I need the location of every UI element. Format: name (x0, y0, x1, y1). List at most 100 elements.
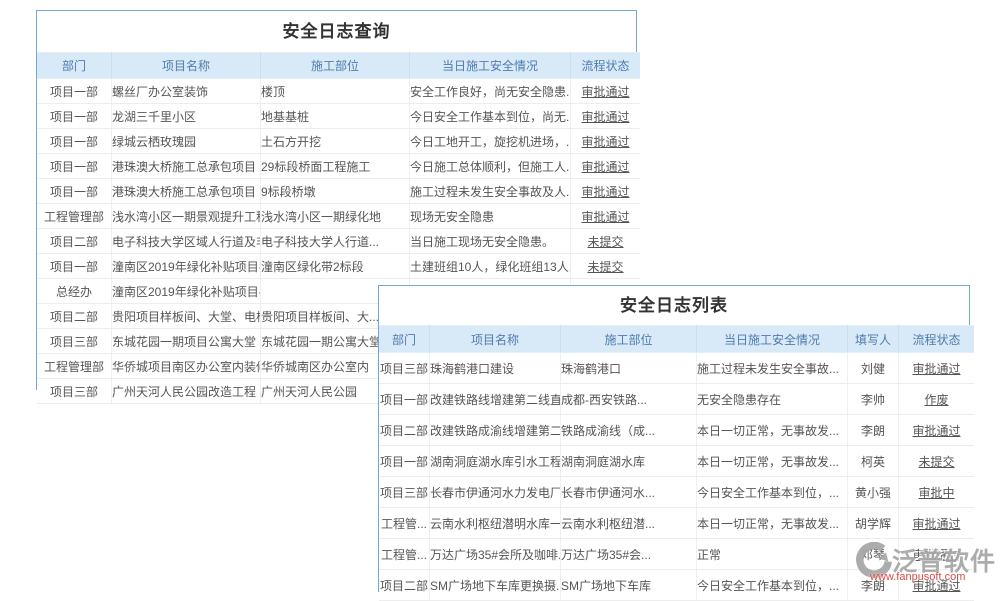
status-link[interactable]: 审批中 (899, 477, 975, 508)
writer-link[interactable]: 刘健 (848, 353, 899, 384)
project-link[interactable]: 湖南洞庭湖水库引水工程... (430, 446, 561, 477)
dept-cell: 项目三部 (37, 379, 112, 404)
status-link[interactable]: 审批通过 (571, 154, 641, 179)
dept-cell: 项目二部 (37, 229, 112, 254)
dept-cell: 项目三部 (379, 477, 430, 508)
project-link[interactable]: 万达广场35#会所及咖啡... (430, 539, 561, 570)
safety-cell: 今日施工总体顺利，但施工人... (410, 154, 571, 179)
status-link[interactable]: 作废 (899, 384, 975, 415)
location-cell: 珠海鹤港口 (561, 353, 697, 384)
project-link[interactable]: 港珠澳大桥施工总承包项目 (112, 154, 261, 179)
column-header: 部门 (37, 53, 112, 79)
dept-cell: 项目一部 (379, 446, 430, 477)
writer-link[interactable]: 胡学辉 (848, 508, 899, 539)
table-row: 工程管...云南水利枢纽潜明水库一...云南水利枢纽潜...本日一切正常，无事故… (379, 508, 974, 539)
location-cell: 长春市伊通河水... (561, 477, 697, 508)
dept-cell: 项目三部 (37, 329, 112, 354)
dept-cell: 项目二部 (379, 570, 430, 601)
project-link[interactable]: 东城花园一期项目公寓大堂 装 (112, 329, 261, 354)
safety-cell: 安全工作良好，尚无安全隐患... (410, 79, 571, 104)
location-cell: 浅水湾小区一期绿化地 (261, 204, 410, 229)
status-link[interactable]: 未提交 (899, 446, 975, 477)
project-link[interactable]: 绿城云栖玫瑰园 (112, 129, 261, 154)
safety-cell: 当日施工现场无安全隐患。 (410, 229, 571, 254)
status-link[interactable]: 审批通过 (571, 204, 641, 229)
column-header: 填写人 (848, 326, 899, 353)
column-header: 流程状态 (571, 53, 641, 79)
dept-cell: 总经办 (37, 279, 112, 304)
location-cell: 9标段桥墩 (261, 179, 410, 204)
safety-cell: 现场无安全隐患 (410, 204, 571, 229)
status-link[interactable]: 审批通过 (899, 508, 975, 539)
table-row: 工程管理部浅水湾小区一期景观提升工程浅水湾小区一期绿化地现场无安全隐患审批通过 (37, 204, 640, 229)
dept-cell: 工程管... (379, 539, 430, 570)
project-link[interactable]: 港珠澳大桥施工总承包项目 (112, 179, 261, 204)
project-link[interactable]: 改建铁路线增建第二线直... (430, 384, 561, 415)
project-link[interactable]: 龙湖三千里小区 (112, 104, 261, 129)
table-row: 项目二部电子科技大学区域人行道及非电子科技大学人行道...当日施工现场无安全隐患… (37, 229, 640, 254)
safety-cell: 今日安全工作基本到位，... (697, 477, 848, 508)
table-row: 项目一部湖南洞庭湖水库引水工程...湖南洞庭湖水库本日一切正常，无事故发...柯… (379, 446, 974, 477)
status-link[interactable]: 审批通过 (571, 129, 641, 154)
writer-link[interactable]: 李朗 (848, 415, 899, 446)
project-link[interactable]: 广州天河人民公园改造工程 (112, 379, 261, 404)
list-table-header-row: 部门项目名称施工部位当日施工安全情况填写人流程状态 (379, 326, 974, 353)
project-link[interactable]: 贵阳项目样板间、大堂、电梯 (112, 304, 261, 329)
location-cell: 电子科技大学人行道... (261, 229, 410, 254)
safety-cell: 土建班组10人，绿化班组13人... (410, 254, 571, 279)
dept-cell: 项目一部 (37, 154, 112, 179)
column-header: 当日施工安全情况 (410, 53, 571, 79)
status-link[interactable]: 审批通过 (571, 179, 641, 204)
project-link[interactable]: 电子科技大学区域人行道及非 (112, 229, 261, 254)
column-header: 施工部位 (561, 326, 697, 353)
list-window-title: 安全日志列表 (379, 286, 969, 325)
dept-cell: 工程管... (379, 508, 430, 539)
project-link[interactable]: 华侨城项目南区办公室内装修 (112, 354, 261, 379)
safety-cell: 施工过程未发生安全事故及人... (410, 179, 571, 204)
dept-cell: 项目二部 (379, 415, 430, 446)
query-window-title: 安全日志查询 (37, 11, 636, 52)
location-cell: 29标段桥面工程施工 (261, 154, 410, 179)
dept-cell: 项目三部 (379, 353, 430, 384)
dept-cell: 项目一部 (37, 79, 112, 104)
status-link[interactable]: 审批通过 (899, 353, 975, 384)
status-link[interactable]: 审批通过 (571, 79, 641, 104)
safety-cell: 本日一切正常，无事故发... (697, 446, 848, 477)
status-link[interactable]: 未提交 (571, 229, 641, 254)
safety-cell: 今日安全工作基本到位，... (697, 570, 848, 601)
writer-link[interactable]: 黄小强 (848, 477, 899, 508)
project-link[interactable]: 浅水湾小区一期景观提升工程 (112, 204, 261, 229)
status-link[interactable]: 审批通过 (899, 415, 975, 446)
project-link[interactable]: 改建铁路成渝线增建第二... (430, 415, 561, 446)
dept-cell: 项目一部 (37, 254, 112, 279)
dept-cell: 工程管理部 (37, 354, 112, 379)
project-link[interactable]: 螺丝厂办公室装饰 (112, 79, 261, 104)
column-header: 流程状态 (899, 326, 975, 353)
table-row: 项目一部改建铁路线增建第二线直...成都-西安铁路...无安全隐患存在李帅作废 (379, 384, 974, 415)
project-link[interactable]: SM广场地下车库更换摄... (430, 570, 561, 601)
dept-cell: 项目一部 (37, 129, 112, 154)
location-cell: 铁路成渝线（成... (561, 415, 697, 446)
column-header: 项目名称 (430, 326, 561, 353)
project-link[interactable]: 云南水利枢纽潜明水库一... (430, 508, 561, 539)
fanpu-watermark: 泛普软件 www.fanpusoft.com (856, 542, 1000, 583)
dept-cell: 项目一部 (37, 179, 112, 204)
project-link[interactable]: 潼南区2019年绿化补贴项目-标 (112, 254, 261, 279)
status-link[interactable]: 审批通过 (571, 104, 641, 129)
writer-link[interactable]: 柯英 (848, 446, 899, 477)
status-link[interactable]: 未提交 (571, 254, 641, 279)
dept-cell: 项目一部 (379, 384, 430, 415)
dept-cell: 项目一部 (37, 104, 112, 129)
project-link[interactable]: 潼南区2019年绿化补贴项目-标 (112, 279, 261, 304)
safety-cell: 今日工地开工，旋挖机进场，... (410, 129, 571, 154)
table-row: 项目一部绿城云栖玫瑰园土石方开挖今日工地开工，旋挖机进场，...审批通过 (37, 129, 640, 154)
safety-cell: 今日安全工作基本到位，尚无... (410, 104, 571, 129)
query-table-header-row: 部门项目名称施工部位当日施工安全情况流程状态 (37, 53, 640, 79)
project-link[interactable]: 长春市伊通河水力发电厂... (430, 477, 561, 508)
location-cell: 楼顶 (261, 79, 410, 104)
safety-cell: 无安全隐患存在 (697, 384, 848, 415)
dept-cell: 工程管理部 (37, 204, 112, 229)
writer-link[interactable]: 李帅 (848, 384, 899, 415)
safety-cell: 本日一切正常，无事故发... (697, 508, 848, 539)
project-link[interactable]: 珠海鹤港口建设 (430, 353, 561, 384)
